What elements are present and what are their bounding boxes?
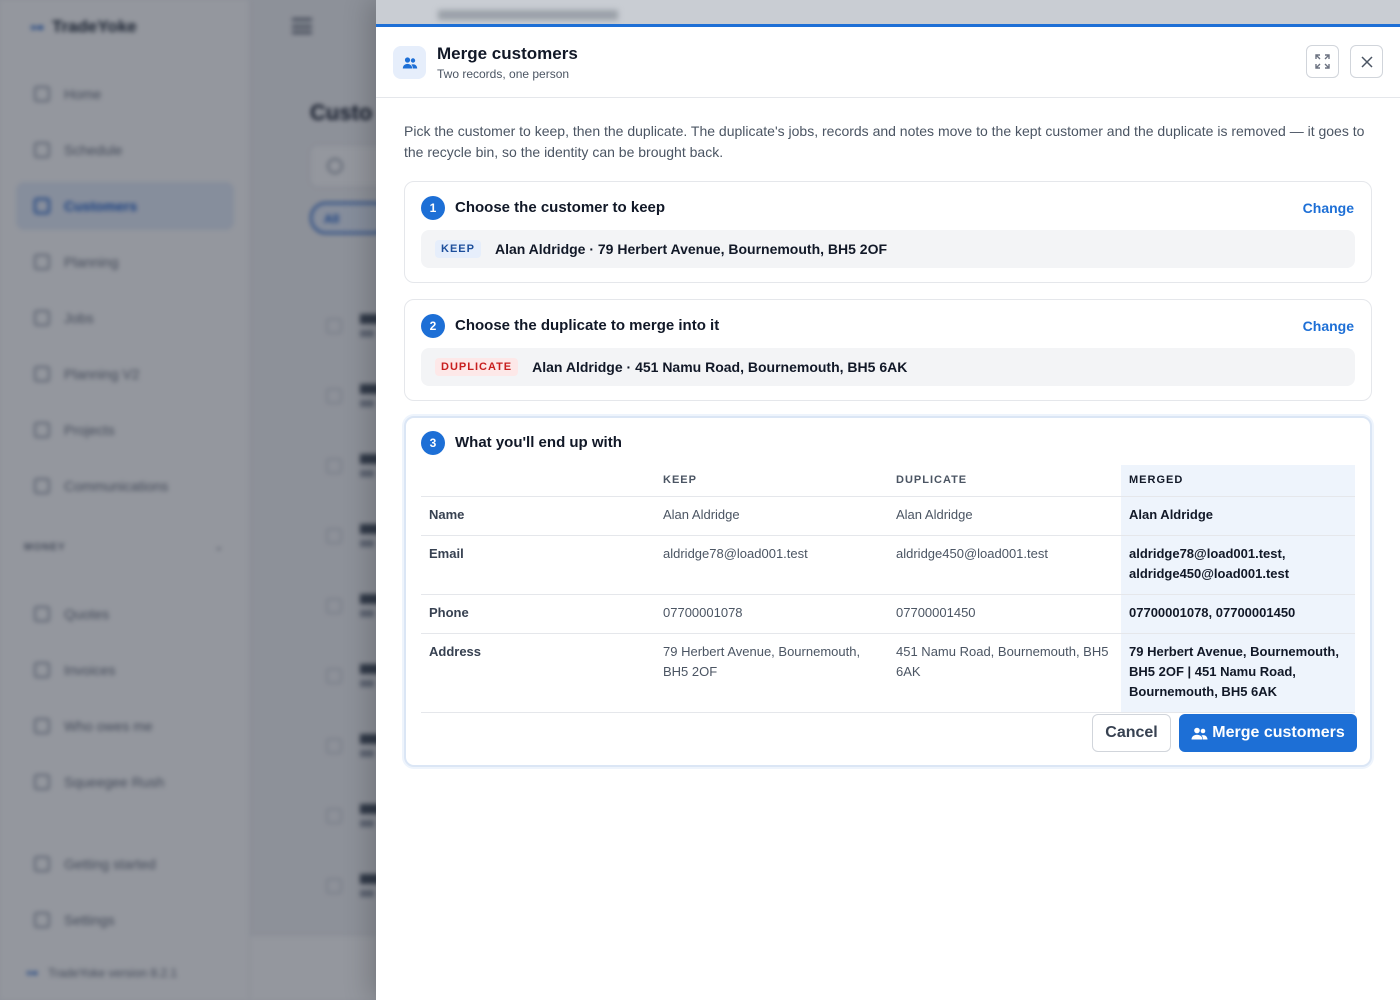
keep-value: 07700001078: [655, 594, 888, 634]
step-number-badge: 1: [421, 196, 445, 220]
keep-tag: KEEP: [435, 240, 481, 258]
change-duplicate-link[interactable]: Change: [1303, 318, 1354, 334]
table-row: Address 79 Herbert Avenue, Bournemouth, …: [421, 633, 1355, 713]
drawer-subtitle: Two records, one person: [437, 67, 570, 81]
change-keep-link[interactable]: Change: [1303, 200, 1354, 216]
drawer-header: Merge customers Two records, one person: [376, 27, 1400, 98]
step-number-badge: 3: [421, 431, 445, 455]
selected-duplicate-customer: DUPLICATE Alan Aldridge · 451 Namu Road,…: [421, 348, 1355, 386]
duplicate-value: 451 Namu Road, Bournemouth, BH5 6AK: [888, 633, 1121, 713]
merged-value: 07700001078, 07700001450: [1121, 594, 1355, 634]
drawer-underlay-strip: [376, 0, 1400, 25]
row-label: Address: [421, 633, 655, 713]
table-header-row: KEEP DUPLICATE MERGED: [421, 465, 1355, 497]
table-row: Phone 07700001078 07700001450 0770000107…: [421, 594, 1355, 634]
expand-button[interactable]: [1306, 45, 1339, 78]
column-header-keep: KEEP: [655, 465, 888, 497]
step-title: Choose the duplicate to merge into it: [455, 317, 720, 334]
duplicate-value: 07700001450: [888, 594, 1121, 634]
row-label: Name: [421, 496, 655, 536]
merged-value: Alan Aldridge: [1121, 496, 1355, 536]
merge-intro-text: Pick the customer to keep, then the dupl…: [404, 123, 1365, 160]
keep-value: Alan Aldridge: [655, 496, 888, 536]
close-button[interactable]: [1350, 45, 1383, 78]
users-icon: [1191, 727, 1208, 739]
selected-customer-text: Alan Aldridge · 79 Herbert Avenue, Bourn…: [494, 241, 888, 257]
column-header-merged: MERGED: [1121, 465, 1355, 497]
users-icon: [393, 46, 426, 79]
drawer-title: Merge customers: [437, 44, 578, 63]
step-title: What you'll end up with: [455, 434, 622, 451]
merged-value: 79 Herbert Avenue, Bournemouth, BH5 2OF …: [1121, 633, 1355, 713]
column-header-duplicate: DUPLICATE: [888, 465, 1121, 497]
column-header-field: [421, 465, 655, 497]
duplicate-value: Alan Aldridge: [888, 496, 1121, 536]
step-number-badge: 2: [421, 314, 445, 338]
step-result-card: 3 What you'll end up with KEEP DUPLICATE…: [404, 416, 1372, 767]
close-icon: [1360, 55, 1373, 68]
table-row: Email aldridge78@load001.test aldridge45…: [421, 535, 1355, 595]
keep-value: 79 Herbert Avenue, Bournemouth, BH5 2OF: [655, 633, 888, 713]
expand-icon: [1315, 54, 1330, 69]
row-label: Phone: [421, 594, 655, 634]
cancel-button[interactable]: Cancel: [1092, 714, 1171, 752]
merge-customers-drawer: Merge customers Two records, one person …: [376, 0, 1400, 1000]
merged-value: aldridge78@load001.test, aldridge450@loa…: [1121, 535, 1355, 595]
duplicate-tag: DUPLICATE: [435, 358, 519, 376]
merge-button-label: Merge customers: [1212, 724, 1345, 741]
keep-value: aldridge78@load001.test: [655, 535, 888, 595]
selected-customer-text: Alan Aldridge · 451 Namu Road, Bournemou…: [532, 359, 908, 375]
row-label: Email: [421, 535, 655, 595]
table-row: Name Alan Aldridge Alan Aldridge Alan Al…: [421, 496, 1355, 536]
selected-keep-customer: KEEP Alan Aldridge · 79 Herbert Avenue, …: [421, 230, 1355, 268]
step-title: Choose the customer to keep: [455, 199, 666, 216]
step-keep-card: 1 Choose the customer to keep Change KEE…: [404, 181, 1372, 283]
step-duplicate-card: 2 Choose the duplicate to merge into it …: [404, 299, 1372, 401]
duplicate-value: aldridge450@load001.test: [888, 535, 1121, 595]
merge-comparison-table: KEEP DUPLICATE MERGED Name Alan Aldridge…: [421, 465, 1355, 713]
merge-customers-button[interactable]: Merge customers: [1179, 714, 1357, 752]
